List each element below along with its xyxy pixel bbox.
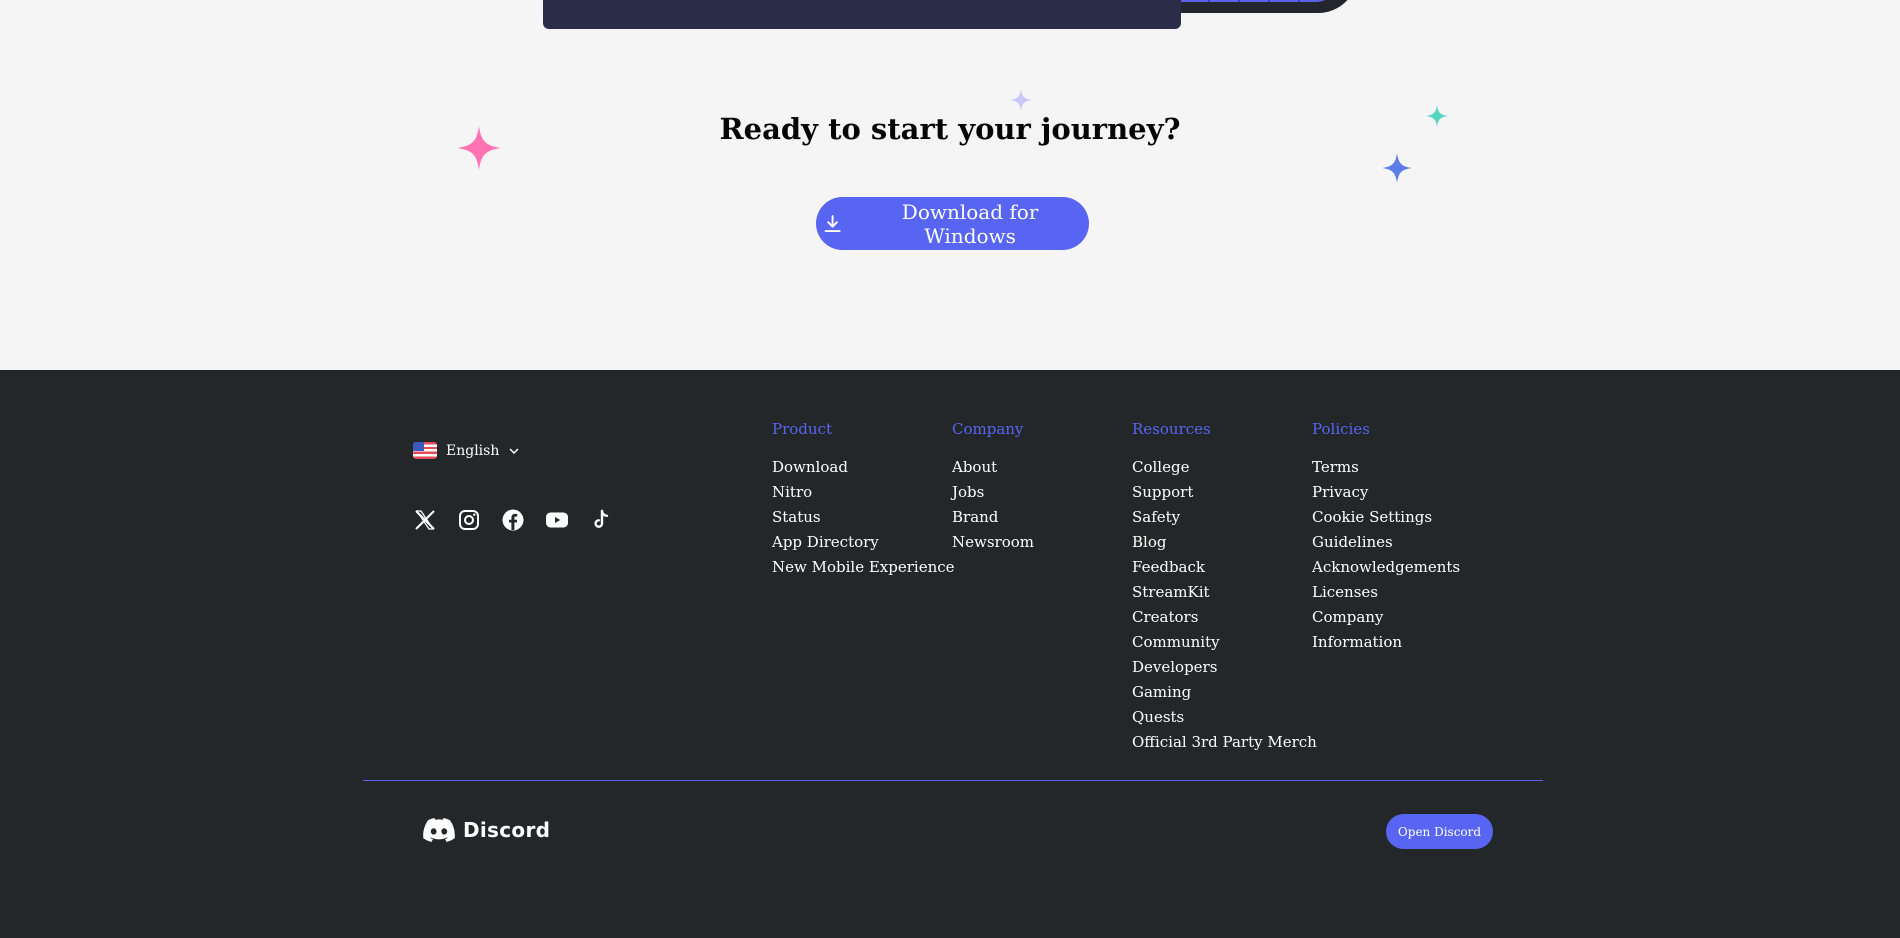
footer-link[interactable]: Blog xyxy=(1132,530,1317,555)
footer-link[interactable]: Nitro xyxy=(772,480,955,505)
mockup-keyboard xyxy=(1180,0,1338,2)
footer-column-resources: Resources College Support Safety Blog Fe… xyxy=(1132,420,1317,755)
social-links xyxy=(413,508,613,532)
download-button-label: Download for Windows xyxy=(901,199,1039,248)
footer-divider xyxy=(363,780,1543,781)
footer-link[interactable]: Brand xyxy=(952,505,1034,530)
footer-link[interactable]: StreamKit xyxy=(1132,580,1317,605)
footer-link[interactable]: Information xyxy=(1312,630,1460,655)
sparkle-blue-icon xyxy=(1382,153,1412,183)
footer-link[interactable]: Gaming xyxy=(1132,680,1317,705)
footer-link[interactable]: Safety xyxy=(1132,505,1317,530)
mockup-call-panel xyxy=(543,0,1181,29)
footer-link[interactable]: Developers xyxy=(1132,655,1317,680)
language-selector[interactable]: English xyxy=(413,442,520,459)
language-label: English xyxy=(446,442,500,459)
footer-link[interactable]: New Mobile Experience xyxy=(772,555,955,580)
discord-logo[interactable]: Discord xyxy=(423,818,550,842)
sparkle-lavender-icon xyxy=(1010,89,1032,111)
footer-column-product: Product Download Nitro Status App Direct… xyxy=(772,420,955,580)
footer: English Product Download Nitro Status Ap… xyxy=(0,370,1900,938)
instagram-icon[interactable] xyxy=(457,508,481,532)
column-heading: Resources xyxy=(1132,420,1211,438)
youtube-icon[interactable] xyxy=(545,508,569,532)
download-button[interactable]: Download for Windows xyxy=(816,197,1089,250)
footer-link[interactable]: Terms xyxy=(1312,455,1460,480)
footer-link[interactable]: Community xyxy=(1132,630,1317,655)
footer-column-policies: Policies Terms Privacy Cookie Settings G… xyxy=(1312,420,1460,655)
footer-link[interactable]: Privacy xyxy=(1312,480,1460,505)
footer-link[interactable]: Licenses xyxy=(1312,580,1460,605)
facebook-icon[interactable] xyxy=(501,508,525,532)
footer-link[interactable]: Support xyxy=(1132,480,1317,505)
brand-wordmark: Discord xyxy=(463,818,551,842)
footer-link[interactable]: Quests xyxy=(1132,705,1317,730)
footer-link[interactable]: Guidelines xyxy=(1312,530,1460,555)
cta-title: Ready to start your journey? xyxy=(719,112,1181,146)
footer-link[interactable]: College xyxy=(1132,455,1317,480)
footer-link[interactable]: Status xyxy=(772,505,955,530)
chevron-down-icon xyxy=(509,447,519,454)
discord-clyde-icon xyxy=(423,818,455,842)
x-icon[interactable] xyxy=(413,508,437,532)
footer-link[interactable]: Official 3rd Party Merch xyxy=(1132,730,1317,755)
footer-link[interactable]: Newsroom xyxy=(952,530,1034,555)
us-flag-icon xyxy=(413,442,437,459)
column-heading: Product xyxy=(772,420,832,438)
open-discord-button[interactable]: Open Discord xyxy=(1386,814,1493,849)
footer-link[interactable]: Creators xyxy=(1132,605,1317,630)
footer-link[interactable]: Cookie Settings xyxy=(1312,505,1460,530)
footer-link[interactable]: App Directory xyxy=(772,530,955,555)
tiktok-icon[interactable] xyxy=(589,508,613,532)
footer-link[interactable]: About xyxy=(952,455,1034,480)
column-heading: Company xyxy=(952,420,1024,438)
footer-link[interactable]: Jobs xyxy=(952,480,1034,505)
footer-link[interactable]: Feedback xyxy=(1132,555,1317,580)
footer-link[interactable]: Acknowledgements xyxy=(1312,555,1460,580)
download-icon xyxy=(824,214,841,232)
footer-link[interactable]: Download xyxy=(772,455,955,480)
footer-link[interactable]: Company xyxy=(1312,605,1460,630)
column-heading: Policies xyxy=(1312,420,1370,438)
footer-column-company: Company About Jobs Brand Newsroom xyxy=(952,420,1034,555)
